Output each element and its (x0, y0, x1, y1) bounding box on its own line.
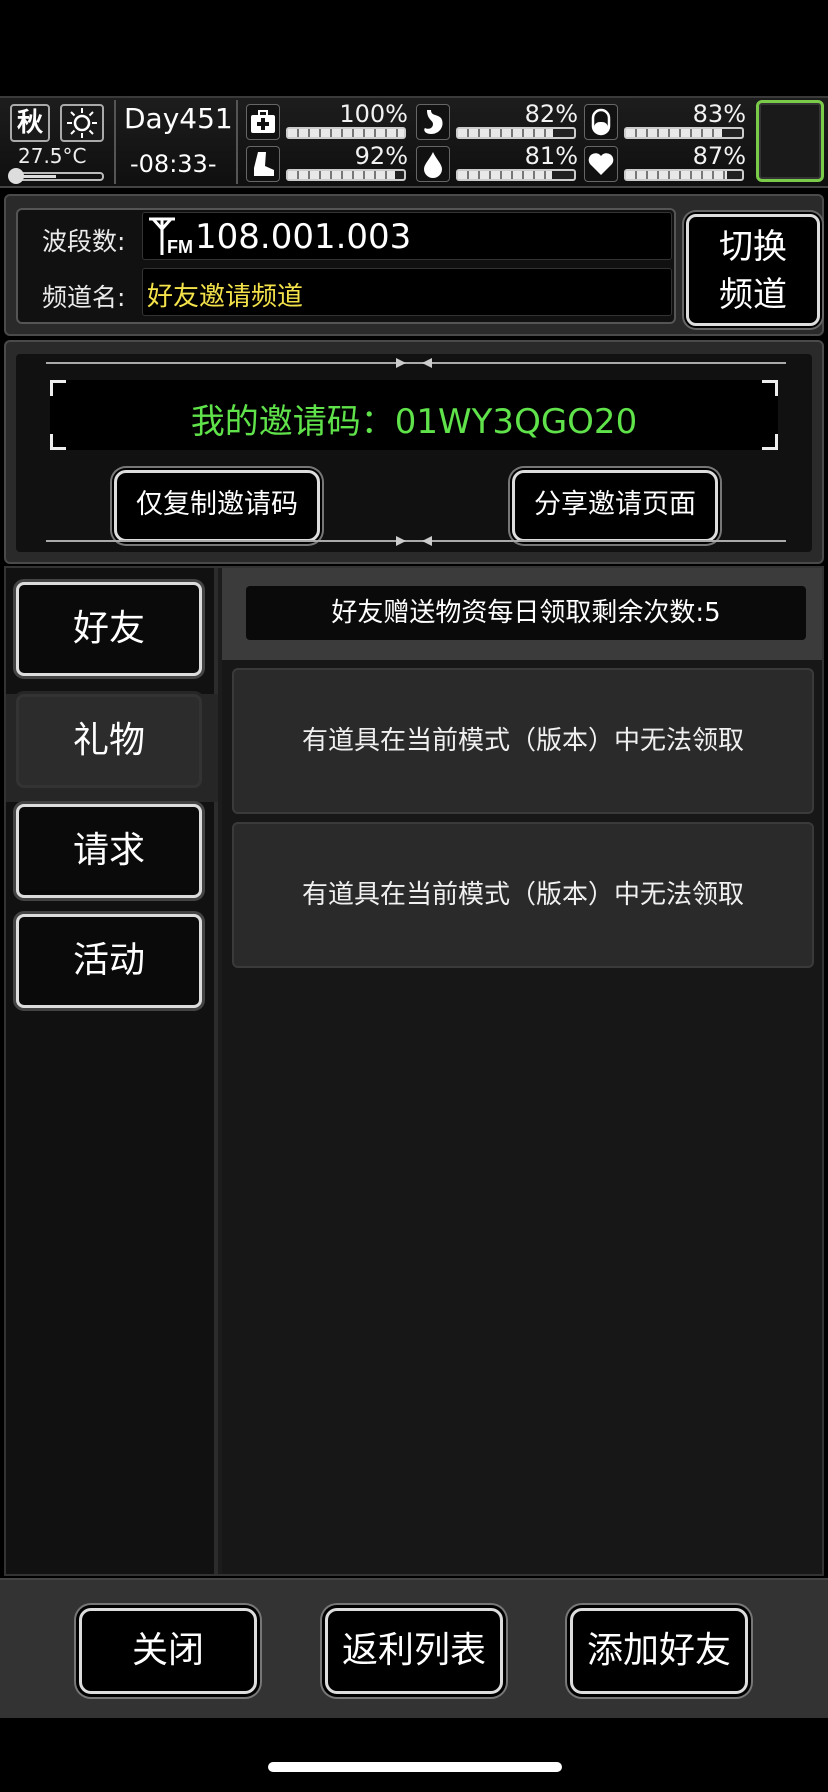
thirst-bar (456, 169, 576, 181)
hunger-bar (456, 127, 576, 139)
mood-bar (624, 169, 744, 181)
health-stat: 100% (246, 100, 416, 146)
medkit-icon (246, 104, 280, 140)
copy-invite-code-button[interactable]: 仅复制邀请码 (114, 470, 320, 542)
hunger-stat: 82% (416, 100, 586, 146)
invite-code-box: 我的邀请码：01WY3QGO20 (50, 380, 778, 450)
invite-panel: 我的邀请码：01WY3QGO20 仅复制邀请码 分享邀请页面 (4, 340, 824, 564)
tab-gifts[interactable]: 礼物 (16, 694, 202, 788)
frequency-value: 108.001.003 (195, 217, 412, 257)
radio-info: 波段数: FM 108.001.003 频道名: 好友邀请频道 (16, 208, 676, 324)
radio-panel: 波段数: FM 108.001.003 频道名: 好友邀请频道 切换 频道 (4, 194, 824, 336)
hunger-percent: 82% (524, 100, 578, 128)
antenna-icon: FM (147, 215, 197, 259)
heart-icon (584, 146, 618, 182)
close-button[interactable]: 关闭 (79, 1608, 257, 1694)
tab-requests[interactable]: 请求 (16, 804, 202, 898)
invite-inner: 我的邀请码：01WY3QGO20 仅复制邀请码 分享邀请页面 (16, 354, 812, 552)
remaining-claims-header: 好友赠送物资每日领取剩余次数:5 (222, 568, 822, 660)
stomach-icon (416, 104, 450, 140)
day-counter: Day451 (124, 102, 233, 135)
stamina-stat: 92% (246, 142, 416, 188)
gift-item[interactable]: 有道具在当前模式（版本）中无法领取 (232, 822, 814, 968)
gift-item[interactable]: 有道具在当前模式（版本）中无法领取 (232, 668, 814, 814)
mood-stat: 87% (584, 142, 754, 188)
season-badge: 秋 (10, 104, 50, 142)
arrow-left-icon (422, 536, 432, 546)
health-bar (286, 127, 406, 139)
medicine-percent: 83% (692, 100, 746, 128)
share-invite-page-button[interactable]: 分享邀请页面 (512, 470, 718, 542)
bottom-bar: 关闭 返利列表 添加好友 (0, 1578, 828, 1718)
stamina-bar (286, 169, 406, 181)
friends-main: 好友 礼物 请求 活动 好友赠送物资每日领取剩余次数:5 有道具在当前模式（版本… (4, 566, 824, 1576)
stamina-percent: 92% (354, 142, 408, 170)
switch-channel-button[interactable]: 切换 频道 (686, 214, 820, 326)
invite-code: 我的邀请码：01WY3QGO20 (190, 402, 638, 442)
mood-percent: 87% (692, 142, 746, 170)
channel-name-display: 好友邀请频道 (142, 268, 672, 316)
tab-events[interactable]: 活动 (16, 914, 202, 1008)
arrow-right-icon (396, 358, 406, 368)
gifts-content: 好友赠送物资每日领取剩余次数:5 有道具在当前模式（版本）中无法领取 有道具在当… (222, 568, 822, 1574)
divider (236, 100, 238, 184)
sun-icon (60, 104, 104, 142)
quick-slot-button[interactable] (756, 100, 824, 182)
band-label: 波段数: (42, 227, 126, 256)
frequency-display: FM 108.001.003 (142, 212, 672, 260)
switch-channel-label-1: 切换 (719, 227, 787, 267)
arrow-right-icon (396, 536, 406, 546)
medicine-stat: 83% (584, 100, 754, 146)
tab-sidebar: 好友 礼物 请求 活动 (6, 568, 218, 1574)
home-indicator[interactable] (268, 1762, 562, 1772)
remaining-claims-text: 好友赠送物资每日领取剩余次数:5 (246, 586, 806, 640)
thirst-stat: 81% (416, 142, 586, 188)
switch-channel-label-2: 频道 (719, 275, 787, 315)
game-clock: -08:33- (130, 150, 217, 178)
divider (114, 100, 116, 184)
tab-friends[interactable]: 好友 (16, 582, 202, 676)
thermometer-icon (8, 168, 104, 184)
divider (46, 540, 786, 542)
water-drop-icon (416, 146, 450, 182)
boot-icon (246, 146, 280, 182)
svg-text:FM: FM (167, 237, 193, 257)
divider (46, 362, 786, 364)
medicine-bar (624, 127, 744, 139)
arrow-left-icon (422, 358, 432, 368)
channel-name: 好友邀请频道 (147, 282, 304, 312)
rebate-list-button[interactable]: 返利列表 (325, 1608, 503, 1694)
health-percent: 100% (339, 100, 408, 128)
pill-icon (584, 104, 618, 140)
temperature-readout: 27.5°C (18, 144, 87, 168)
channel-label: 频道名: (42, 283, 126, 312)
add-friend-button[interactable]: 添加好友 (570, 1608, 748, 1694)
thirst-percent: 81% (524, 142, 578, 170)
